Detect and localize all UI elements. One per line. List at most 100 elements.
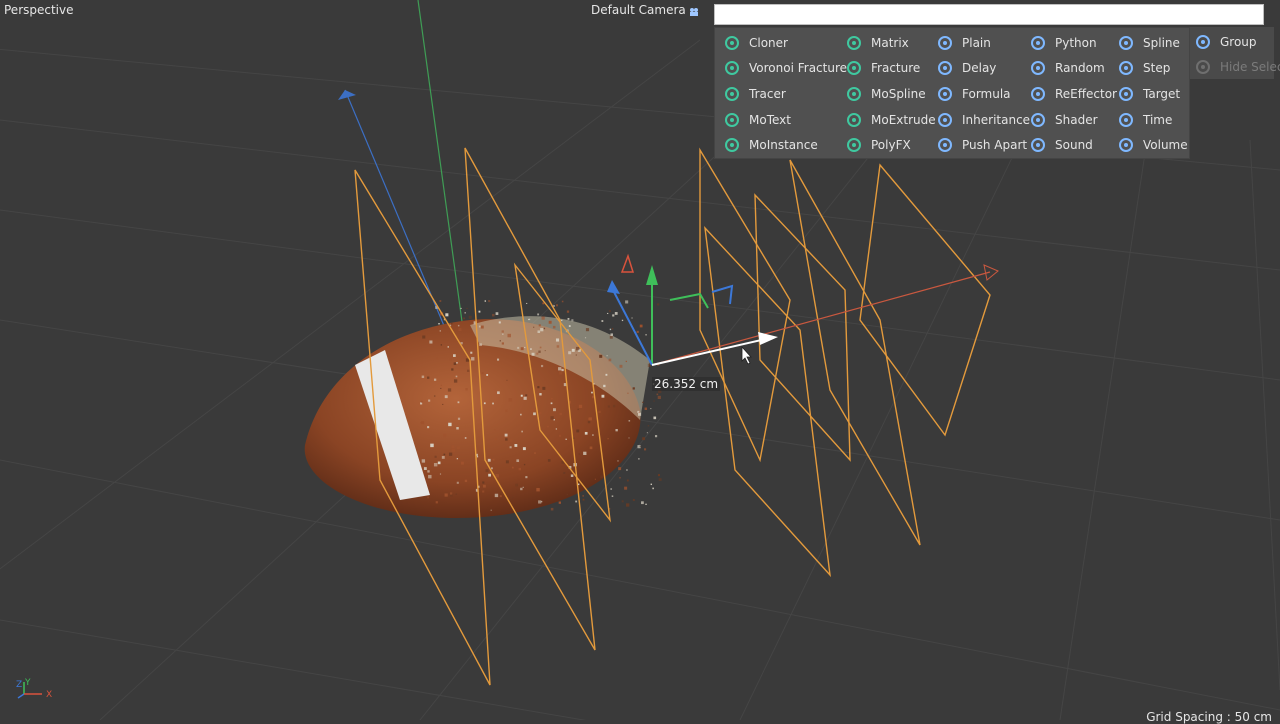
particle <box>612 314 615 317</box>
particle <box>515 483 518 487</box>
palette-item-cloner[interactable]: Cloner <box>723 30 788 55</box>
particle <box>440 387 442 389</box>
palette-item-time[interactable]: Time <box>1117 107 1172 132</box>
palette-item-delay[interactable]: Delay <box>936 56 996 81</box>
particle <box>552 325 556 329</box>
particle <box>656 393 659 396</box>
palette-item-push-apart[interactable]: Push Apart <box>936 133 1027 158</box>
particle <box>420 400 423 403</box>
palette-item-label: Python <box>1055 35 1097 50</box>
particle <box>658 478 662 482</box>
x-axis-letter: X <box>46 690 52 700</box>
particle <box>626 503 630 507</box>
particle <box>567 317 570 320</box>
particle <box>505 460 509 464</box>
mograph-tools-grid: Cloner Voronoi Fracture Tracer MoText MoInst… <box>714 27 1190 159</box>
palette-item-random[interactable]: Random <box>1029 56 1105 81</box>
palette-item-reeffector[interactable]: ReEffector <box>1029 81 1117 106</box>
particle <box>534 452 536 454</box>
particle <box>583 451 587 455</box>
palette-item-shader[interactable]: Shader <box>1029 107 1098 132</box>
particle <box>611 495 614 497</box>
particle <box>568 351 572 355</box>
palette-item-label: MoExtrude <box>871 112 936 127</box>
voronoi-fracture-icon <box>723 59 741 77</box>
particle <box>626 479 629 482</box>
particle <box>610 488 613 490</box>
palette-item-python[interactable]: Python <box>1029 30 1097 55</box>
particle <box>565 438 567 440</box>
particle <box>577 408 579 411</box>
palette-item-tracer[interactable]: Tracer <box>723 81 786 106</box>
palette-item-motext[interactable]: MoText <box>723 107 791 132</box>
particle <box>486 374 489 376</box>
palette-item-fracture[interactable]: Fracture <box>845 56 920 81</box>
particle <box>499 495 502 498</box>
time-effector-icon <box>1117 111 1135 129</box>
particle <box>657 303 660 306</box>
particle <box>628 437 630 439</box>
palette-search-field[interactable] <box>714 4 1264 25</box>
viewport-name-label[interactable]: Perspective <box>4 3 74 17</box>
particle <box>618 467 622 471</box>
particle <box>646 432 648 434</box>
particle <box>466 307 468 309</box>
polyfx-icon <box>845 136 863 154</box>
palette-item-hide-selec[interactable]: Hide Selec <box>1194 55 1280 80</box>
particle <box>555 304 558 307</box>
palette-item-label: Fracture <box>871 61 921 76</box>
particle <box>575 354 577 356</box>
particle <box>632 387 635 390</box>
particle <box>456 446 460 450</box>
particle <box>433 395 436 397</box>
particle <box>427 470 430 473</box>
target-direction <box>651 271 991 366</box>
palette-item-mospline[interactable]: MoSpline <box>845 81 926 106</box>
particle <box>447 388 452 392</box>
particle <box>456 458 459 460</box>
palette-item-moinstance[interactable]: MoInstance <box>723 133 818 158</box>
particle <box>512 466 514 469</box>
particle <box>561 300 564 303</box>
particle <box>464 479 468 483</box>
particle <box>609 328 612 331</box>
palette-item-sound[interactable]: Sound <box>1029 133 1093 158</box>
palette-item-plain[interactable]: Plain <box>936 30 991 55</box>
particle <box>433 462 438 467</box>
particle <box>494 429 496 431</box>
particle <box>505 438 508 441</box>
palette-item-step[interactable]: Step <box>1117 56 1170 81</box>
particle <box>485 469 489 473</box>
distance-readout: 26.352 cm <box>652 377 721 391</box>
palette-item-group[interactable]: Group <box>1194 29 1257 54</box>
particle <box>599 354 603 358</box>
view-axis-indicator: Z Y X <box>16 678 52 700</box>
particle <box>442 403 444 405</box>
palette-item-spline[interactable]: Spline <box>1117 30 1180 55</box>
world-z-axis <box>344 89 451 341</box>
particle <box>551 397 553 400</box>
particle <box>657 474 660 477</box>
particle <box>456 427 459 430</box>
palette-item-target[interactable]: Target <box>1117 81 1180 106</box>
particle <box>437 461 441 465</box>
particle <box>550 416 554 420</box>
particle <box>458 328 462 332</box>
particle <box>639 324 643 328</box>
cloner-icon <box>723 34 741 52</box>
palette-item-matrix[interactable]: Matrix <box>845 30 909 55</box>
particle <box>625 360 627 363</box>
particle <box>492 313 495 317</box>
particle <box>645 334 647 336</box>
particle <box>495 474 499 478</box>
palette-item-formula[interactable]: Formula <box>936 81 1011 106</box>
palette-item-volume[interactable]: Volume <box>1117 133 1188 158</box>
sound-effector-icon <box>1029 136 1047 154</box>
palette-item-moextrude[interactable]: MoExtrude <box>845 107 936 132</box>
camera-menu[interactable]: Default Camera <box>591 3 699 17</box>
particle <box>642 437 646 441</box>
palette-item-inheritance[interactable]: Inheritance <box>936 107 1030 132</box>
palette-item-polyfx[interactable]: PolyFX <box>845 133 911 158</box>
palette-item-voronoi-fracture[interactable]: Voronoi Fracture <box>723 56 847 81</box>
particle <box>538 350 541 353</box>
